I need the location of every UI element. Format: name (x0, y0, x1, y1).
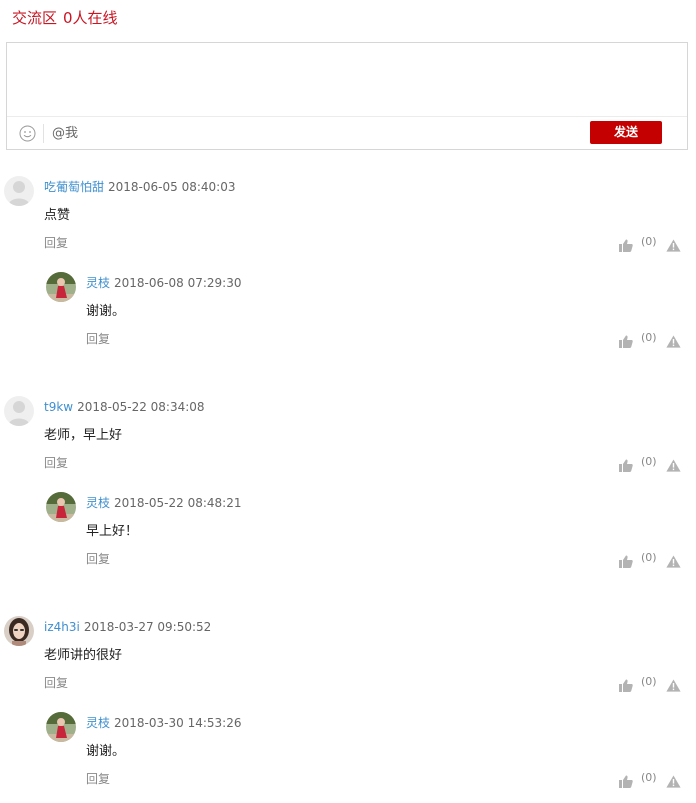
thumbs-up-icon[interactable] (619, 457, 633, 472)
author-name[interactable]: 灵枝 (86, 276, 110, 290)
warning-icon[interactable] (666, 677, 681, 692)
warning-icon[interactable] (666, 333, 681, 348)
comment-item: iz4h3i 2018-03-27 09:50:52 老师讲的很好 回复 (0) (0, 616, 696, 716)
like-count: (0) (641, 551, 657, 564)
reply-item: 灵枝 2018-06-08 07:29:30 谢谢。回复 (0) (0, 272, 696, 372)
comment-text: 早上好！ (86, 524, 139, 539)
timestamp: 2018-06-05 08:40:03 (108, 180, 236, 194)
online-count: 0人在线 (63, 9, 118, 27)
timestamp: 2018-06-08 07:29:30 (114, 276, 242, 290)
author-name[interactable]: iz4h3i (44, 620, 80, 634)
comment-meta: 灵枝 2018-05-22 08:48:21 (86, 495, 241, 511)
like-count: (0) (641, 331, 657, 344)
section-title: 交流区 (12, 9, 58, 27)
comment-text: 点赞 (44, 208, 71, 223)
thumbs-up-icon[interactable] (619, 333, 633, 348)
comment-meta: iz4h3i 2018-03-27 09:50:52 (44, 619, 211, 635)
thumbs-up-icon[interactable] (619, 773, 633, 788)
avatar[interactable] (46, 712, 76, 742)
timestamp: 2018-03-27 09:50:52 (83, 620, 212, 634)
avatar[interactable] (46, 492, 76, 522)
comment-meta: 吃葡萄怕甜 2018-06-05 08:40:03 (44, 179, 235, 195)
reply-button[interactable]: 回复 (44, 235, 68, 251)
comment-editor: @我 发送 (6, 42, 688, 150)
toolbar-divider (43, 124, 44, 143)
like-count: (0) (641, 675, 657, 688)
reply-item: 灵枝 2018-03-30 14:53:26 谢谢。回复 (0) (0, 712, 696, 803)
editor-toolbar: @我 发送 (7, 116, 687, 149)
avatar[interactable] (4, 616, 34, 646)
reply-item: 灵枝 2018-05-22 08:48:21 早上好！ 回复 (0) (0, 492, 696, 592)
like-count: (0) (641, 455, 657, 468)
author-name[interactable]: t9kw (44, 400, 73, 414)
timestamp: 2018-05-22 08:48:21 (114, 496, 242, 510)
comment-meta: 灵枝 2018-06-08 07:29:30 (86, 275, 241, 291)
comment-item: 吃葡萄怕甜 2018-06-05 08:40:03 点赞回复 (0) (0, 176, 696, 276)
thumbs-up-icon[interactable] (619, 553, 633, 568)
avatar[interactable] (4, 396, 34, 426)
timestamp: 2018-03-30 14:53:26 (114, 716, 242, 730)
reply-button[interactable]: 回复 (44, 675, 68, 691)
like-count: (0) (641, 771, 657, 784)
thumbs-up-icon[interactable] (619, 677, 633, 692)
mention-button[interactable]: @我 (52, 124, 78, 143)
thumbs-up-icon[interactable] (619, 237, 633, 252)
author-name[interactable]: 灵枝 (86, 496, 110, 510)
comment-text: 老师讲的很好 (44, 648, 123, 663)
comment-meta: t9kw 2018-05-22 08:34:08 (44, 399, 205, 415)
warning-icon[interactable] (666, 553, 681, 568)
like-count: (0) (641, 235, 657, 248)
comment-text: 老师，早上好 (44, 428, 123, 443)
send-button[interactable]: 发送 (590, 121, 662, 144)
avatar[interactable] (4, 176, 34, 206)
timestamp: 2018-05-22 08:34:08 (77, 400, 205, 414)
reply-button[interactable]: 回复 (44, 455, 68, 471)
warning-icon[interactable] (666, 237, 681, 252)
comment-section: 交流区 0人在线 @我 发送 吃葡萄怕甜 2018-06-05 08:40:03 点赞… (0, 0, 696, 803)
warning-icon[interactable] (666, 457, 681, 472)
comment-item: t9kw 2018-05-22 08:34:08 老师，早上好 回复 (0) (0, 396, 696, 496)
reply-button[interactable]: 回复 (86, 771, 110, 787)
reply-button[interactable]: 回复 (86, 551, 110, 567)
comment-meta: 灵枝 2018-03-30 14:53:26 (86, 715, 241, 731)
author-name[interactable]: 灵枝 (86, 716, 110, 730)
avatar[interactable] (46, 272, 76, 302)
author-name[interactable]: 吃葡萄怕甜 (44, 180, 104, 194)
comment-text: 谢谢。 (86, 744, 126, 759)
emoji-icon[interactable] (19, 125, 36, 142)
reply-button[interactable]: 回复 (86, 331, 110, 347)
comment-text: 谢谢。 (86, 304, 126, 319)
discussion-header: 交流区 0人在线 (12, 7, 118, 29)
warning-icon[interactable] (666, 773, 681, 788)
comment-input[interactable] (7, 43, 687, 116)
